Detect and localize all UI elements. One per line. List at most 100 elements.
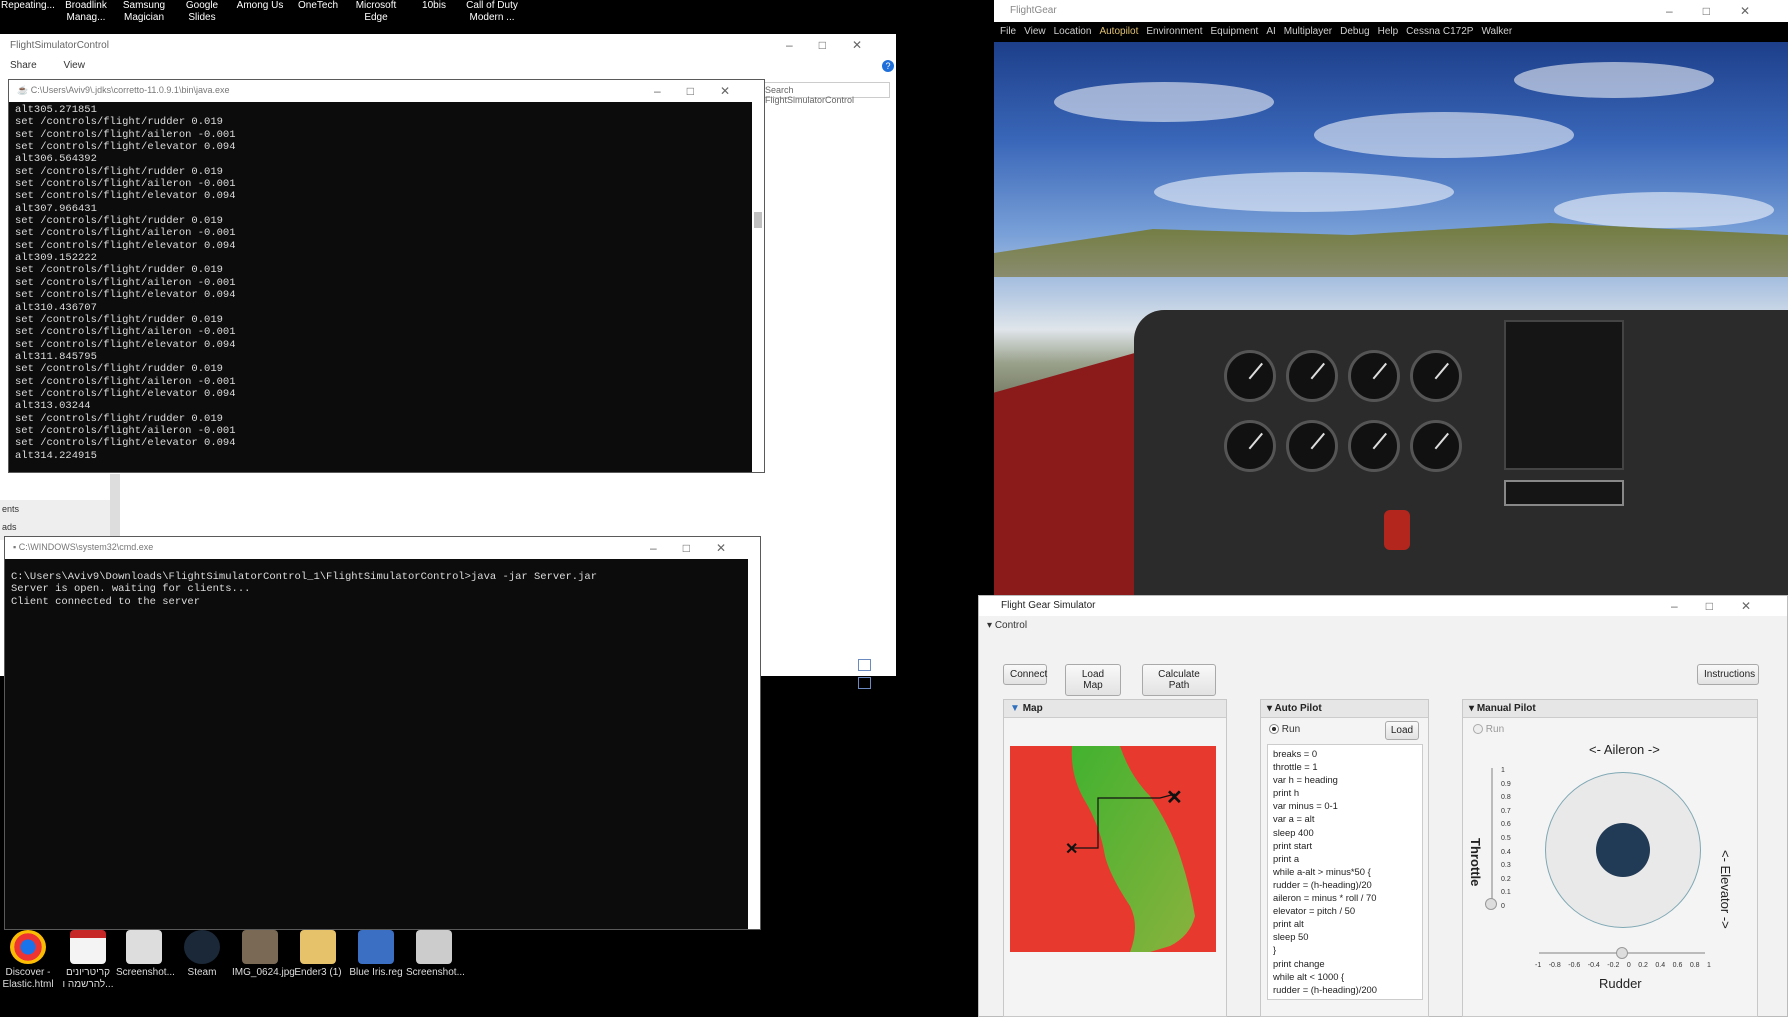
java-console-output: alt305.271851 set /controls/flight/rudder… (9, 102, 764, 464)
console-line: set /controls/flight/elevator 0.094 (15, 338, 236, 351)
java-console-window-buttons[interactable]: –□✕ (654, 84, 756, 98)
autopilot-script-editor[interactable]: breaks = 0 throttle = 1 var h = heading pri… (1267, 744, 1423, 1000)
script-line: throttle = 1 (1273, 761, 1318, 773)
scroll-thumb[interactable] (754, 212, 762, 228)
throttle-tick-label: 0.6 (1501, 821, 1511, 829)
console-line: set /controls/flight/elevator 0.094 (15, 387, 236, 400)
autopilot-run-radio[interactable]: Run (1269, 724, 1300, 735)
console-line: Server is open. waiting for clients... (11, 583, 251, 596)
attitude-gauge (1286, 350, 1338, 402)
menu-item-walker[interactable]: Walker (1481, 26, 1512, 37)
manual-pilot-pane-title[interactable]: ▾ Manual Pilot (1463, 700, 1757, 718)
menu-item-equipment[interactable]: Equipment (1211, 26, 1259, 37)
flightgear-window: FlightGear –□✕ File View Location Autopilot… (994, 0, 1788, 595)
photo-icon (242, 930, 278, 964)
app-window-buttons[interactable]: –□✕ (1671, 599, 1779, 613)
desktop-icon-repeating[interactable]: Repeating... (0, 0, 56, 12)
load-map-button[interactable]: Load Map (1065, 664, 1121, 696)
desktop-icon-broadlink[interactable]: Broadlink Manag... (58, 0, 114, 24)
joystick-base[interactable] (1545, 772, 1701, 928)
radio-unselected-icon (1473, 724, 1483, 735)
desktop-icon-call-of-duty[interactable]: Call of Duty Modern ... (464, 0, 520, 24)
nav-item[interactable]: ads (2, 522, 108, 532)
manual-run-radio[interactable]: Run (1473, 724, 1504, 735)
desktop-icon-10bis[interactable]: 10bis (406, 0, 462, 12)
menu-item-cessna-c172p[interactable]: Cessna C172P (1406, 26, 1473, 37)
details-view-icon[interactable] (858, 659, 871, 671)
desktop-icon-ender3[interactable]: Ender3 (1) (290, 930, 346, 979)
desktop-icon-steam[interactable]: Steam (174, 930, 230, 979)
nav-item[interactable]: ents (2, 504, 108, 514)
desktop-icon-discover[interactable]: Discover - Elastic.html (0, 930, 56, 991)
script-line: print start (1273, 839, 1313, 851)
connect-button[interactable]: Connect (1003, 664, 1047, 685)
autopilot-pane-title[interactable]: ▾ Auto Pilot (1261, 700, 1428, 718)
autopilot-load-button[interactable]: Load (1385, 721, 1419, 740)
throttle-slider-track[interactable] (1491, 768, 1493, 904)
menu-item-location[interactable]: Location (1054, 26, 1092, 37)
console-line: set /controls/flight/elevator 0.094 (15, 239, 236, 252)
throttle-slider-thumb[interactable] (1485, 898, 1497, 910)
help-icon[interactable]: ? (882, 60, 894, 72)
cockpit-view[interactable] (994, 42, 1788, 595)
map-pane-title[interactable]: ▼ Map (1004, 700, 1226, 718)
desktop-icon-blue-iris[interactable]: Blue Iris.reg (348, 930, 404, 979)
explorer-search-input[interactable]: Search FlightSimulatorControl (760, 82, 890, 105)
cmd-console-scrollbar[interactable] (748, 559, 760, 929)
control-section-header[interactable]: ▾ Control (979, 616, 1787, 635)
menu-item-ai[interactable]: AI (1266, 26, 1275, 37)
instructions-button[interactable]: Instructions (1697, 664, 1759, 685)
console-line: set /controls/flight/elevator 0.094 (15, 437, 236, 450)
menu-item-view[interactable]: View (1024, 26, 1046, 37)
radio-selected-icon (1269, 724, 1279, 735)
menu-item-help[interactable]: Help (1378, 26, 1399, 37)
desktop-icon-among-us[interactable]: Among Us (232, 0, 288, 12)
script-line: while alt < 1000 { (1273, 970, 1345, 982)
flightgear-menubar: File View Location Autopilot Environment Equi… (994, 22, 1788, 42)
menu-item-multiplayer[interactable]: Multiplayer (1284, 26, 1332, 37)
menu-item-autopilot[interactable]: Autopilot (1099, 26, 1138, 37)
desktop-icon-google-slides[interactable]: Google Slides (174, 0, 230, 24)
script-line: var h = heading (1273, 774, 1338, 786)
desktop-icon-screenshot-1[interactable]: Screenshot... (116, 930, 175, 979)
calculate-path-button[interactable]: Calculate Path (1142, 664, 1216, 696)
rudder-slider-thumb[interactable] (1616, 947, 1628, 959)
instrument-panel (1134, 310, 1788, 595)
rudder-tick-label: 0.8 (1689, 962, 1700, 969)
desktop-icon-samsung-magician[interactable]: Samsung Magician (116, 0, 172, 24)
desktop-icon-screenshot-2[interactable]: Screenshot... (406, 930, 465, 979)
explorer-window-buttons[interactable]: –□✕ (786, 38, 888, 52)
flightgear-titlebar: FlightGear –□✕ (994, 0, 1788, 22)
ribbon-tab-share[interactable]: Share (10, 60, 37, 71)
desktop-icon-img-0624[interactable]: IMG_0624.jpg (232, 930, 295, 979)
joystick-knob[interactable] (1596, 823, 1650, 877)
avionics-stack (1504, 320, 1624, 470)
throttle-tick-label: 0.5 (1501, 834, 1511, 842)
menu-item-environment[interactable]: Environment (1146, 26, 1202, 37)
menu-item-file[interactable]: File (1000, 26, 1016, 37)
vor-gauge (1410, 350, 1462, 402)
java-console-scrollbar[interactable] (752, 102, 764, 472)
tiles-view-icon[interactable] (858, 677, 871, 689)
chrome-icon (10, 930, 46, 964)
menu-item-debug[interactable]: Debug (1340, 26, 1369, 37)
console-line: Client connected to the server (11, 595, 201, 608)
java-console-titlebar: ☕ C:\Users\Aviv9\.jdks\corretto-11.0.9.1… (9, 80, 764, 102)
rudder-tick-label: 0 (1626, 962, 1631, 969)
desktop-icon-pdf[interactable]: קריטריונים להרשמה ו... (60, 930, 116, 991)
script-line: print change (1273, 957, 1325, 969)
explorer-ribbon: Share View (0, 56, 896, 76)
ribbon-tab-view[interactable]: View (63, 60, 85, 71)
desktop-icon-edge[interactable]: Microsoft Edge (348, 0, 404, 24)
rudder-label: Rudder (1599, 976, 1642, 991)
cmd-console-window-buttons[interactable]: –□✕ (650, 541, 752, 555)
desktop-icon-onetech[interactable]: OneTech (290, 0, 346, 12)
plane-marker-icon: ✕ (1065, 841, 1078, 858)
script-line: rudder = (h-heading)/200 (1273, 983, 1377, 995)
steam-icon (184, 930, 220, 964)
cmd-console-titlebar: ▪ C:\WINDOWS\system32\cmd.exe –□✕ (5, 537, 760, 559)
view-toggle-icons[interactable] (858, 658, 888, 689)
flightgear-window-buttons[interactable]: –□✕ (1666, 4, 1780, 18)
java-console-title: C:\Users\Aviv9\.jdks\corretto-11.0.9.1\b… (30, 85, 230, 95)
height-map[interactable]: ✕ ✕ (1010, 746, 1216, 952)
